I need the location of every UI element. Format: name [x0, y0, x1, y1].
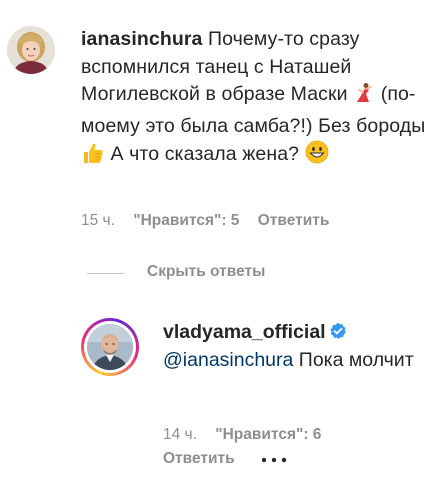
- comment-reply-button[interactable]: Ответить: [258, 212, 330, 230]
- comment-username[interactable]: ianasinchura: [81, 28, 203, 50]
- reply-avatar-ring[interactable]: [81, 318, 139, 376]
- reply-username[interactable]: vladyama_official: [163, 321, 326, 343]
- reply-mention-link[interactable]: @ianasinchura: [163, 349, 293, 371]
- reply-likes[interactable]: "Нравится": 6: [215, 426, 321, 444]
- grinning-emoji: [305, 140, 329, 173]
- hide-replies-divider: [87, 273, 124, 274]
- comment-meta: 15 ч. "Нравится": 5 Ответить: [81, 212, 329, 230]
- reply-reply-button[interactable]: Ответить: [163, 450, 235, 468]
- reply-body: vladyama_official @ianasinchura Пока мол…: [163, 319, 423, 374]
- thumbs-up-emoji: [81, 142, 105, 173]
- reply-time[interactable]: 14 ч.: [163, 426, 197, 444]
- reply-avatar[interactable]: [87, 324, 133, 370]
- verified-badge-icon: [329, 321, 347, 339]
- reply-meta: 14 ч. "Нравится": 6: [163, 426, 321, 444]
- hide-replies-button[interactable]: Скрыть ответы: [147, 263, 265, 281]
- comment-text-part3: А что сказала жена?: [110, 143, 300, 165]
- commenter-avatar[interactable]: [7, 26, 55, 74]
- reply-text: Пока молчит: [298, 348, 414, 371]
- dancer-emoji: [353, 82, 375, 113]
- comment-body: ianasinchura Почему-то сразу вспомнился …: [81, 26, 426, 173]
- more-options-icon[interactable]: [261, 450, 287, 468]
- comment-time[interactable]: 15 ч.: [81, 212, 115, 230]
- reply-avatar-border: [84, 321, 136, 373]
- reply-meta-actions: Ответить: [163, 450, 287, 468]
- comment-likes[interactable]: "Нравится": 5: [133, 212, 239, 230]
